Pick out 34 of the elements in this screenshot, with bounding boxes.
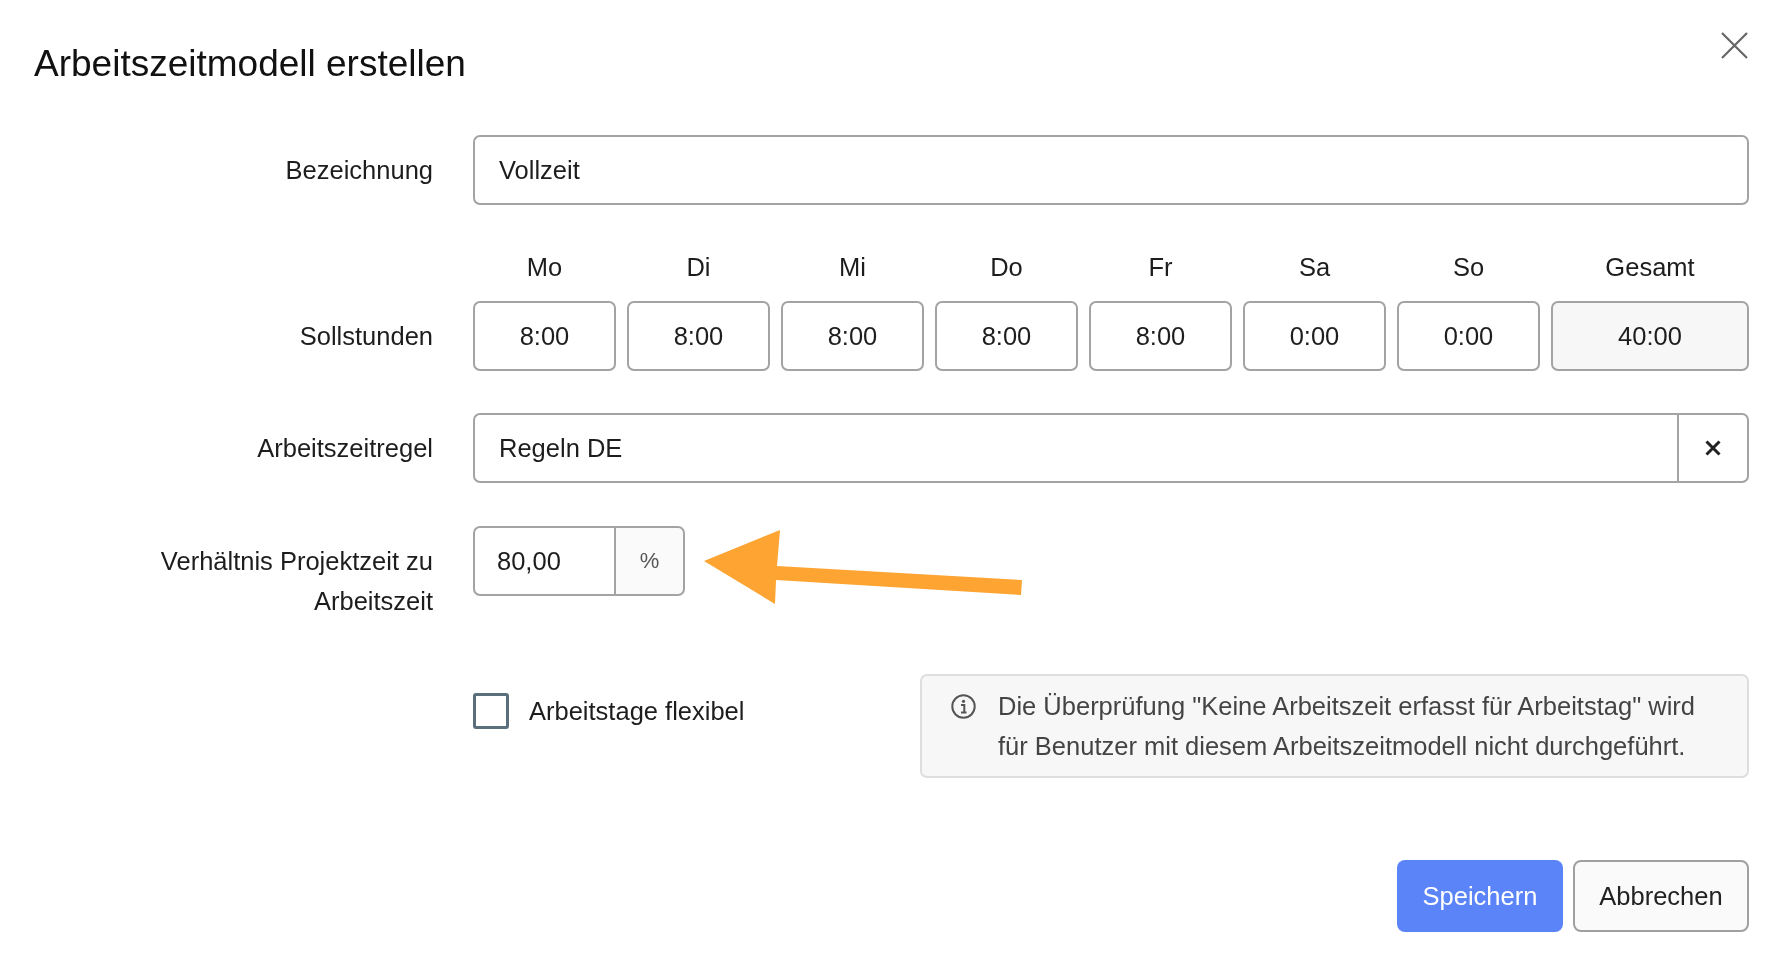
field-label: Verhältnis Projektzeit zu Arbeitszeit xyxy=(159,546,433,617)
field-label: Sollstunden xyxy=(299,321,433,352)
hours-input[interactable]: 8:00 xyxy=(781,301,924,371)
day-header: So xyxy=(1452,252,1485,282)
checkbox-label: Arbeitstage flexibel xyxy=(529,696,745,727)
day-header: Di xyxy=(686,252,711,282)
day-header: Mi xyxy=(839,252,866,282)
select-input[interactable]: Regeln DE xyxy=(473,413,1679,483)
info-icon xyxy=(951,694,976,719)
day-header: Do xyxy=(990,252,1023,282)
hours-input[interactable]: 0:00 xyxy=(1397,301,1540,371)
hours-input[interactable]: 0:00 xyxy=(1243,301,1386,371)
hours-input[interactable]: 8:00 xyxy=(627,301,770,371)
info-text: Die Überprüfung "Keine Arbeitszeit erfasst für Arbeitstag" wird für Benutzer mit diesem Arbeitszeitmodell nicht durchgeführt. xyxy=(998,691,1697,762)
day-header: Mo xyxy=(526,252,563,282)
clear-button[interactable] xyxy=(1679,413,1749,483)
hours-input[interactable]: 8:00 xyxy=(1089,301,1232,371)
number-input[interactable]: 80,00 xyxy=(473,526,616,596)
checkbox[interactable] xyxy=(473,693,509,729)
text-input[interactable]: Vollzeit xyxy=(473,135,1749,205)
cancel-button[interactable]: Abbrechen xyxy=(1573,860,1749,932)
day-header: Sa xyxy=(1298,252,1331,282)
close-icon xyxy=(1721,32,1748,59)
x-icon xyxy=(1705,440,1721,456)
field-label: Arbeitszeitregel xyxy=(257,433,433,464)
close-button[interactable] xyxy=(1721,32,1748,59)
dialog-title: Arbeitszeitmodell erstellen xyxy=(34,42,466,86)
hours-input[interactable]: 8:00 xyxy=(935,301,1078,371)
unit-addon: % xyxy=(616,526,685,596)
total-header: Gesamt xyxy=(1605,252,1695,282)
day-header: Fr xyxy=(1148,252,1173,282)
hours-input[interactable]: 8:00 xyxy=(473,301,616,371)
field-label: Bezeichnung xyxy=(285,155,433,186)
total-hours-field[interactable]: 40:00 xyxy=(1551,301,1749,371)
